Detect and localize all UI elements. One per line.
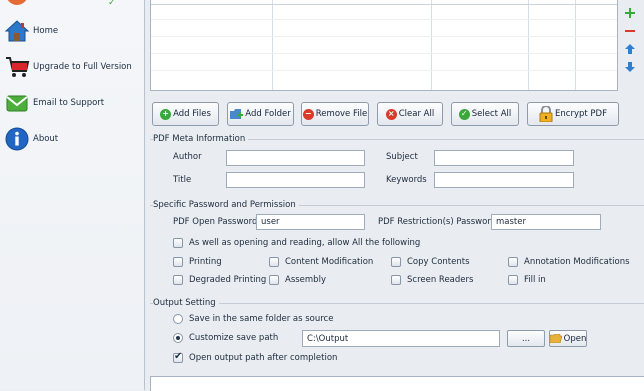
assembly-label: Assembly (285, 275, 326, 285)
add-files-label: Add Files (173, 109, 211, 119)
folder-icon (549, 333, 563, 344)
meta-information-legend: PDF Meta Information (153, 134, 249, 144)
column-divider (272, 0, 273, 90)
info-icon (3, 125, 31, 153)
printing-checkbox[interactable] (173, 257, 183, 267)
degraded-printing-checkbox[interactable] (173, 275, 183, 285)
minus-circle-icon: − (302, 108, 314, 120)
custom-path-radio[interactable] (173, 333, 183, 343)
column-divider (431, 0, 432, 90)
move-up-icon[interactable] (621, 40, 639, 58)
clear-all-button[interactable]: × Clear All (377, 102, 443, 126)
content-modification-label: Content Modification (285, 257, 374, 267)
open-folder-button[interactable]: Open (549, 330, 587, 347)
add-files-button[interactable]: + Add Files (152, 102, 219, 126)
add-item-icon[interactable] (621, 4, 639, 22)
annotation-modifications-label: Annotation Modifications (524, 257, 630, 267)
author-label: Author (173, 152, 202, 162)
open-password-field[interactable] (256, 214, 365, 230)
custom-path-label: Customize save path (189, 333, 279, 343)
keywords-label: Keywords (386, 175, 427, 185)
restriction-password-label: PDF Restriction(s) Password (378, 217, 497, 227)
screen-readers-label: Screen Readers (407, 275, 474, 285)
email-icon (3, 89, 31, 117)
encrypt-pdf-button[interactable]: Encrypt PDF (527, 102, 619, 126)
move-down-icon[interactable] (621, 58, 639, 76)
content-modification-checkbox[interactable] (269, 257, 279, 267)
remove-file-label: Remove File (315, 109, 368, 119)
column-divider (528, 0, 529, 90)
check-circle-icon: ✓ (458, 108, 470, 120)
clear-all-label: Clear All (398, 109, 435, 119)
assembly-checkbox[interactable] (269, 275, 279, 285)
list-row-line (151, 19, 617, 20)
password-permission-legend: Specific Password and Permission (153, 200, 299, 210)
remove-item-icon[interactable] (621, 22, 639, 40)
list-row-line (151, 53, 617, 54)
subject-field[interactable] (434, 150, 574, 166)
sidebar-top-partial-check-icon: ✓ (108, 0, 116, 8)
sidebar-item-upgrade[interactable]: Upgrade to Full Version (0, 52, 144, 82)
annotation-modifications-checkbox[interactable] (508, 257, 518, 267)
sidebar-top-partial-icon (6, 0, 28, 5)
sidebar: ✓ Home Upgrade to Full Version Email to … (0, 0, 145, 390)
open-folder-label: Open (563, 333, 587, 344)
list-side-tools (621, 0, 641, 92)
author-field[interactable] (226, 150, 365, 166)
title-field[interactable] (226, 172, 365, 188)
remove-file-button[interactable]: − Remove File (301, 102, 369, 126)
sidebar-item-email-support[interactable]: Email to Support (0, 88, 144, 118)
sidebar-item-about[interactable]: About (0, 124, 144, 154)
keywords-field[interactable] (434, 172, 574, 188)
sidebar-item-label: Home (33, 26, 59, 36)
encrypt-pdf-label: Encrypt PDF (555, 109, 607, 119)
column-divider (575, 0, 576, 90)
plus-circle-icon: + (160, 108, 172, 120)
add-folder-button[interactable]: Add Folder (227, 102, 294, 126)
same-folder-label: Save in the same folder as source (189, 314, 334, 324)
fill-in-label: Fill in (524, 275, 546, 285)
select-all-label: Select All (471, 109, 512, 119)
output-path-field[interactable] (302, 330, 500, 347)
select-all-button[interactable]: ✓ Select All (451, 102, 519, 126)
open-password-label: PDF Open Password (173, 217, 258, 227)
sidebar-item-home[interactable]: Home (0, 16, 144, 46)
copy-contents-checkbox[interactable] (391, 257, 401, 267)
log-panel (150, 376, 644, 391)
subject-label: Subject (386, 152, 418, 162)
cart-icon (3, 53, 31, 81)
degraded-printing-label: Degraded Printing (189, 275, 267, 285)
list-header-line (151, 4, 617, 5)
copy-contents-label: Copy Contents (407, 257, 470, 267)
open-after-completion-checkbox[interactable] (173, 351, 183, 363)
allow-all-label: As well as opening and reading, allow Al… (189, 238, 421, 248)
title-label: Title (173, 175, 192, 185)
list-row-line (151, 70, 617, 71)
browse-button[interactable]: ... (507, 330, 545, 347)
sidebar-item-label: Upgrade to Full Version (33, 62, 132, 72)
fill-in-checkbox[interactable] (508, 275, 518, 285)
clear-x-icon: × (385, 108, 397, 120)
printing-label: Printing (189, 257, 222, 267)
open-after-completion-label: Open output path after completion (189, 353, 338, 363)
allow-all-checkbox[interactable] (173, 238, 183, 248)
sidebar-item-label: Email to Support (33, 98, 105, 108)
output-setting-legend: Output Setting (153, 298, 219, 308)
list-row-line (151, 36, 617, 37)
file-list[interactable] (150, 0, 618, 91)
add-folder-label: Add Folder (245, 109, 291, 119)
sidebar-item-label: About (33, 134, 59, 144)
restriction-password-field[interactable] (491, 214, 601, 230)
lock-icon (539, 105, 553, 123)
screen-readers-checkbox[interactable] (391, 275, 401, 285)
home-icon (3, 17, 31, 45)
folder-plus-icon (230, 109, 244, 119)
same-folder-radio[interactable] (173, 314, 183, 324)
